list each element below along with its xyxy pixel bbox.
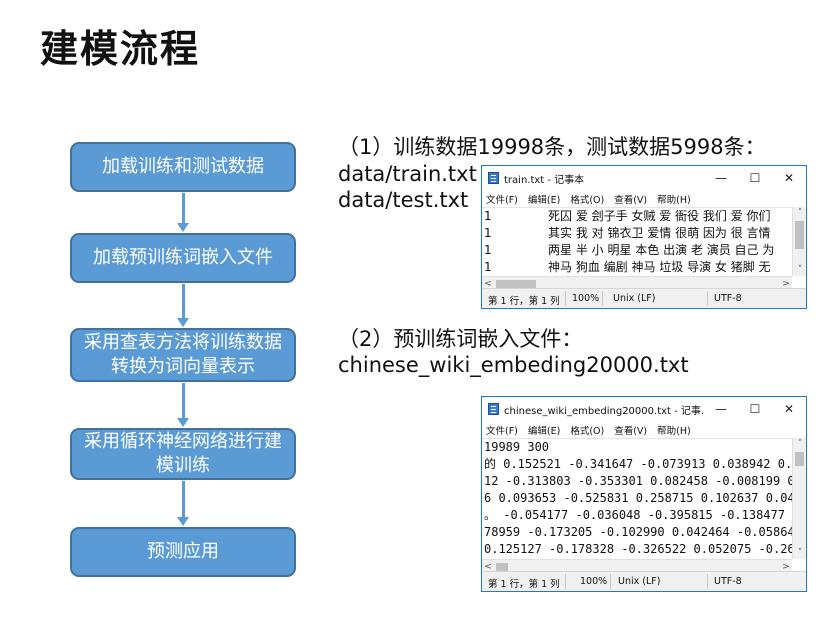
notepad-embedding-menubar: 文件(F) 编辑(E) 格式(O) 查看(V) 帮助(H): [482, 421, 806, 438]
menu-view[interactable]: 查看(V): [614, 423, 647, 437]
flow-step-rnn-training: 采用循环神经网络进行建模训练: [70, 428, 296, 480]
page-title: 建模流程: [40, 27, 201, 71]
text-line: 1 死囚 爱 刽子手 女贼 爱 衙役 我们 爱 你们: [484, 209, 771, 223]
notepad-train-titlebar[interactable]: train.txt - 记事本 — ☐ ✕: [482, 166, 806, 190]
status-divider: [565, 574, 566, 589]
vertical-scrollbar[interactable]: ˄ ˅: [792, 438, 806, 559]
notepad-train-statusbar: 第 1 行，第 1 列 100% Unix (LF) UTF-8: [482, 288, 806, 308]
notepad-embedding-statusbar: 第 1 行，第 1 列 100% Unix (LF) UTF-8: [482, 571, 806, 591]
minimize-button[interactable]: —: [704, 171, 738, 185]
text-line: 。 -0.054177 -0.036048 -0.395815 -0.13847…: [484, 508, 792, 522]
text-line: 19989 300: [484, 440, 550, 454]
scroll-thumb[interactable]: [795, 452, 804, 466]
menu-format[interactable]: 格式(O): [570, 423, 604, 437]
maximize-button[interactable]: ☐: [738, 402, 772, 416]
status-zoom: 100%: [580, 576, 608, 587]
menu-format[interactable]: 格式(O): [570, 192, 604, 206]
scroll-down-icon[interactable]: ˅: [793, 548, 807, 558]
close-button[interactable]: ✕: [772, 402, 806, 416]
status-eol: Unix (LF): [618, 576, 661, 587]
hscroll-thumb[interactable]: [496, 280, 536, 288]
status-divider: [707, 291, 708, 306]
maximize-button[interactable]: ☐: [738, 171, 772, 185]
notepad-embedding-window: chinese_wiki_embeding20000.txt - 记事... —…: [481, 396, 807, 592]
minimize-button[interactable]: —: [704, 402, 738, 416]
menu-file[interactable]: 文件(F): [486, 423, 518, 437]
menu-view[interactable]: 查看(V): [614, 192, 647, 206]
text-line: 0.125127 -0.178328 -0.326522 0.052075 -0…: [484, 542, 792, 556]
status-divider: [565, 291, 566, 306]
menu-help[interactable]: 帮助(H): [657, 423, 691, 437]
text-line: 6 0.093653 -0.525831 0.258715 0.102637 0…: [484, 491, 792, 505]
text-line: 1 其实 我 对 锦衣卫 爱情 很萌 因为 很 言情: [484, 226, 771, 240]
notepad-icon: [488, 403, 499, 415]
flow-arrow-4: [182, 481, 185, 519]
hscroll-thumb[interactable]: [496, 563, 508, 571]
notepad-train-text-area[interactable]: 1 死囚 爱 刽子手 女贼 爱 衙役 我们 爱 你们 1 其实 我 对 锦衣卫 爱情…: [482, 207, 792, 276]
menu-edit[interactable]: 编辑(E): [528, 423, 560, 437]
status-eol: Unix (LF): [613, 293, 656, 304]
scroll-up-icon[interactable]: ˄: [793, 208, 807, 218]
flow-step-lookup-convert: 采用查表方法将训练数据转换为词向量表示: [70, 328, 296, 382]
flow-step-load-embeddings: 加载预训练词嵌入文件: [70, 233, 296, 283]
text-line: 1 神马 狗血 编剧 神马 垃圾 导演 女 猪脚 无: [484, 260, 771, 274]
menu-file[interactable]: 文件(F): [486, 192, 518, 206]
text-line: 的 0.152521 -0.341647 -0.073913 0.038942 …: [484, 457, 792, 471]
flow-arrow-2: [182, 284, 185, 320]
notepad-train-window: train.txt - 记事本 — ☐ ✕ 文件(F) 编辑(E) 格式(O) …: [481, 165, 807, 309]
status-divider: [602, 291, 603, 306]
train-file-path: data/train.txt: [338, 162, 477, 186]
scroll-thumb[interactable]: [795, 221, 804, 249]
status-position: 第 1 行，第 1 列: [488, 579, 560, 590]
flow-arrowhead-1: [177, 223, 189, 232]
flow-arrowhead-4: [177, 517, 189, 526]
status-position: 第 1 行，第 1 列: [488, 296, 560, 307]
status-zoom: 100%: [572, 293, 600, 304]
test-file-path: data/test.txt: [338, 188, 469, 212]
text-line: 12 -0.313803 -0.353301 0.082458 -0.00819…: [484, 474, 792, 488]
flow-arrow-1: [182, 193, 185, 225]
text-line: 1 两星 半 小 明星 本色 出演 老 演员 自己 为: [484, 243, 775, 257]
flow-step-predict: 预测应用: [70, 527, 296, 577]
section2-heading: （2）预训练词嵌入文件：: [338, 327, 583, 351]
flow-arrow-3: [182, 383, 185, 420]
notepad-embedding-titlebar[interactable]: chinese_wiki_embeding20000.txt - 记事... —…: [482, 397, 806, 421]
notepad-embedding-text-area[interactable]: 19989 300 的 0.152521 -0.341647 -0.073913…: [482, 438, 792, 559]
flow-arrowhead-2: [177, 318, 189, 327]
text-line: 78959 -0.173205 -0.102990 0.042464 -0.05…: [484, 525, 792, 539]
status-encoding: UTF-8: [714, 293, 742, 304]
status-encoding: UTF-8: [714, 576, 742, 587]
flow-arrowhead-3: [177, 418, 189, 427]
notepad-embedding-title: chinese_wiki_embeding20000.txt - 记事...: [504, 405, 704, 417]
embedding-file-path: chinese_wiki_embeding20000.txt: [338, 353, 689, 377]
close-button[interactable]: ✕: [772, 171, 806, 185]
vertical-scrollbar[interactable]: ˄ ˅: [792, 207, 806, 276]
notepad-icon: [488, 172, 499, 184]
status-divider: [707, 574, 708, 589]
menu-edit[interactable]: 编辑(E): [528, 192, 560, 206]
scroll-down-icon[interactable]: ˅: [793, 265, 807, 275]
scroll-up-icon[interactable]: ˄: [793, 439, 807, 449]
notepad-train-title: train.txt - 记事本: [504, 174, 585, 186]
flow-step-load-data: 加载训练和测试数据: [70, 142, 296, 192]
menu-help[interactable]: 帮助(H): [657, 192, 691, 206]
status-divider: [610, 574, 611, 589]
section1-heading: （1）训练数据19998条，测试数据5998条：: [338, 135, 766, 159]
notepad-train-menubar: 文件(F) 编辑(E) 格式(O) 查看(V) 帮助(H): [482, 190, 806, 207]
